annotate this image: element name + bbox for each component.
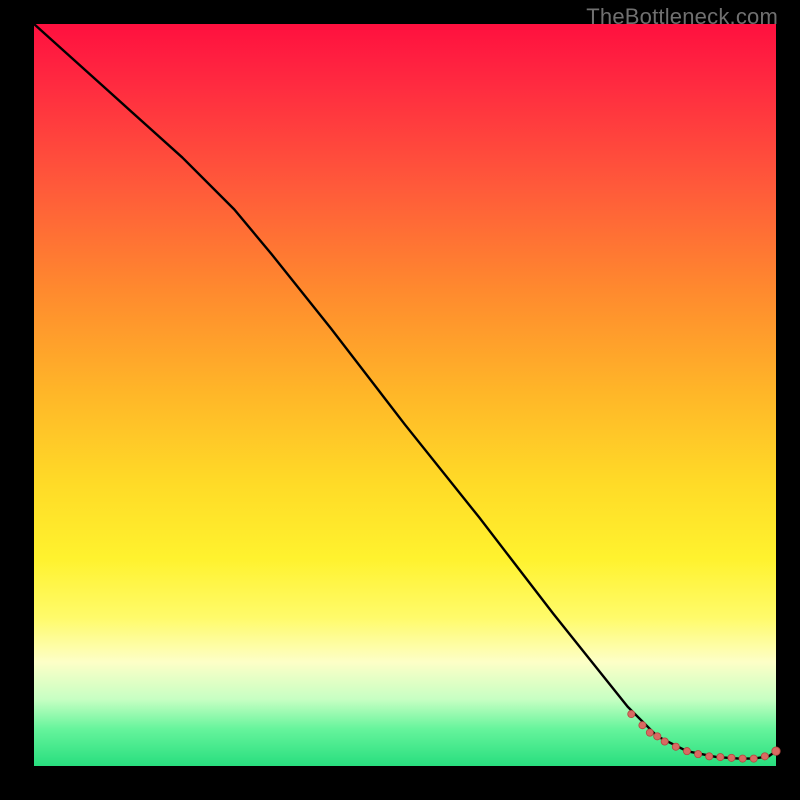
marker-dot (646, 729, 653, 736)
marker-dot (694, 751, 701, 758)
marker-dot (761, 753, 768, 760)
marker-dot (728, 754, 735, 761)
marker-dot (672, 743, 679, 750)
marker-dot (628, 710, 635, 717)
marker-dot (661, 738, 668, 745)
chart-overlay (34, 24, 776, 766)
marker-dot (706, 753, 713, 760)
marker-dot (717, 754, 724, 761)
marker-dot (683, 748, 690, 755)
marker-dot (750, 755, 757, 762)
curve-line (34, 24, 776, 759)
marker-dot (639, 722, 646, 729)
chart-frame: TheBottleneck.com (0, 0, 800, 800)
marker-dot (654, 733, 661, 740)
marker-dot (739, 755, 746, 762)
marker-dot (772, 747, 780, 755)
